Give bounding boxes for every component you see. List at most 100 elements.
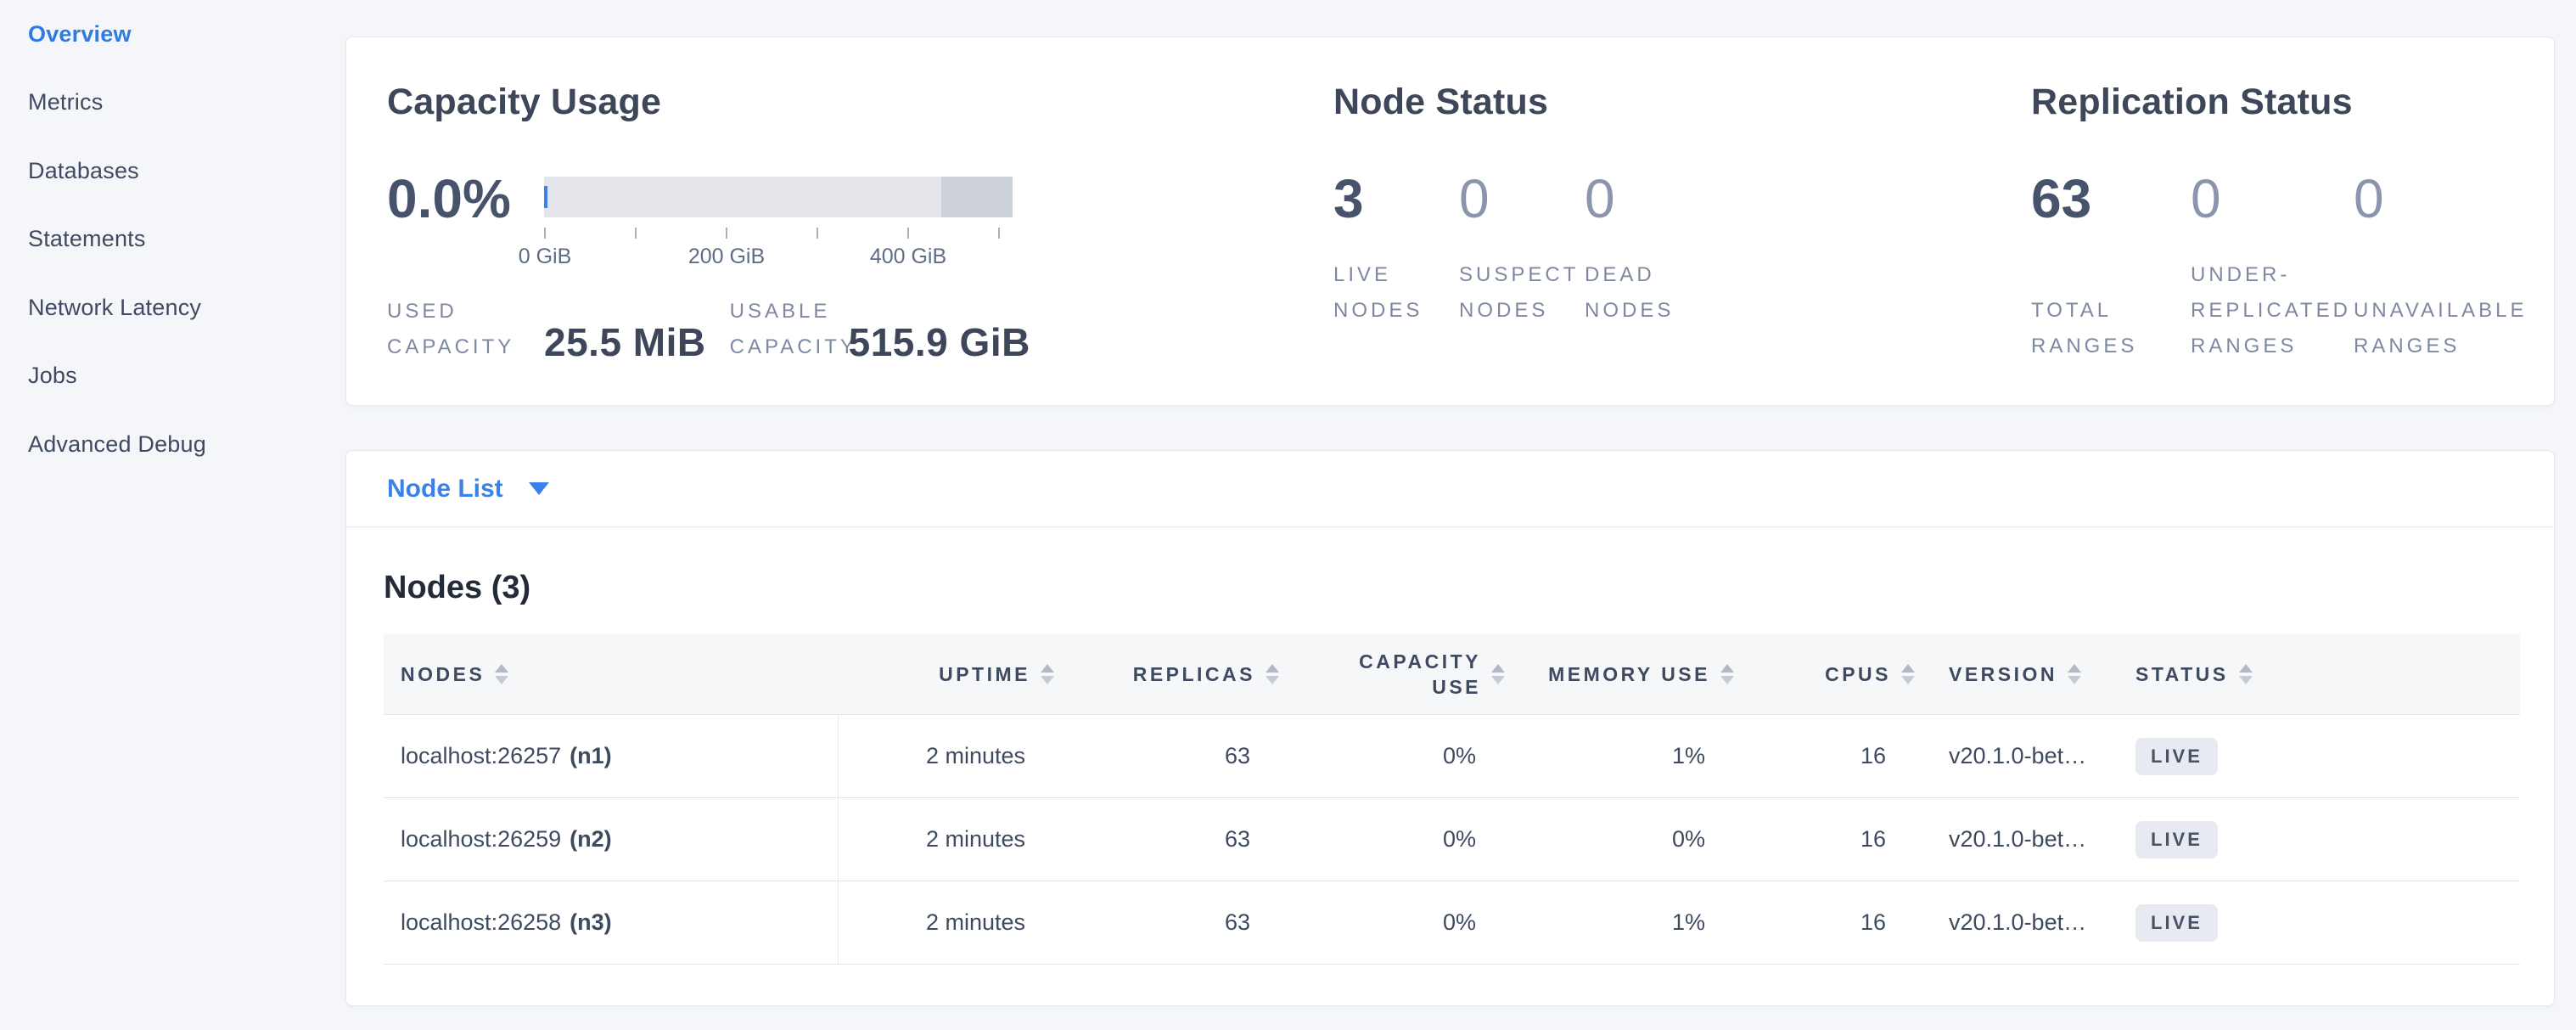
- used-capacity-value: 25.5 MiB: [544, 319, 706, 365]
- sort-icon[interactable]: [1901, 664, 1915, 684]
- replication-status-title: Replication Status: [2031, 82, 2551, 123]
- nodes-heading: Nodes (3): [384, 570, 2554, 606]
- node-status-labels: LIVE NODES SUSPECT NODES DEAD NODES: [1333, 257, 1928, 329]
- dead-nodes-count: 0: [1585, 168, 1615, 229]
- table-row-n3[interactable]: localhost:26258 (n3) 2 minutes 63 0% 1% …: [384, 881, 2520, 965]
- memory-use-cell: 0%: [1505, 798, 1734, 881]
- capacity-usage-title: Capacity Usage: [387, 82, 1329, 123]
- column-header-uptime-label: UPTIME: [939, 661, 1030, 687]
- capacity-use-cell: 0%: [1279, 798, 1505, 881]
- replication-numbers: 63 0 0: [2031, 171, 2551, 228]
- capacity-axis-labels: 0 GiB 200 GiB 400 GiB: [544, 245, 1013, 270]
- node-address: localhost:26259: [401, 826, 561, 853]
- sort-icon[interactable]: [1266, 664, 1279, 684]
- sidebar-item-jobs[interactable]: Jobs: [0, 342, 344, 411]
- capacity-percent-value: 0.0%: [387, 168, 511, 229]
- node-address-cell: localhost:26257 (n1): [384, 715, 839, 797]
- table-row-n1[interactable]: localhost:26257 (n1) 2 minutes 63 0% 1% …: [384, 715, 2520, 798]
- sidebar-item-metrics[interactable]: Metrics: [0, 69, 344, 138]
- under-replicated-ranges-count: 0: [2191, 168, 2221, 229]
- live-nodes-count: 3: [1333, 168, 1364, 229]
- sort-icon[interactable]: [1491, 664, 1505, 684]
- node-address-cell: localhost:26259 (n2): [384, 798, 839, 881]
- capacity-usage-panel: Capacity Usage 0.0%: [387, 82, 1329, 365]
- replicas-cell: 63: [1054, 881, 1279, 964]
- under-replicated-ranges-label: UNDER-REPLICATED RANGES: [2191, 257, 2354, 364]
- capacity-use-cell: 0%: [1279, 715, 1505, 797]
- sidebar-item-overview[interactable]: Overview: [0, 0, 344, 69]
- usable-capacity-label: USABLE CAPACITY: [730, 294, 849, 365]
- capacity-bar-chart: 0 GiB 200 GiB 400 GiB: [544, 177, 1053, 270]
- sidebar-item-statements[interactable]: Statements: [0, 205, 344, 274]
- node-list-card: Node List Nodes (3) NODES UPTIME REPLICA…: [345, 450, 2555, 1006]
- column-header-cpus-label: CPUS: [1825, 661, 1891, 687]
- unavailable-ranges-count: 0: [2354, 168, 2384, 229]
- column-header-nodes-label: NODES: [401, 661, 485, 687]
- sidebar-nav: Overview Metrics Databases Statements Ne…: [0, 0, 344, 479]
- sort-icon[interactable]: [1720, 664, 1734, 684]
- column-header-status[interactable]: STATUS: [2132, 661, 2520, 687]
- sort-icon[interactable]: [2068, 664, 2081, 684]
- status-cell: LIVE: [2132, 715, 2520, 797]
- node-status-panel: Node Status 3 0 0 LIVE NODES SUSPECT NOD…: [1333, 82, 1928, 329]
- live-nodes-label: LIVE NODES: [1333, 257, 1459, 329]
- capacity-chart-row: 0.0% 0 GiB: [387, 171, 1329, 270]
- status-cell: LIVE: [2132, 798, 2520, 881]
- axis-label-400gib: 400 GiB: [870, 245, 946, 269]
- column-header-replicas-label: REPLICAS: [1133, 661, 1255, 687]
- sort-icon[interactable]: [1041, 664, 1054, 684]
- version-cell: v20.1.0-bet…: [1915, 715, 2132, 797]
- sort-icon[interactable]: [495, 664, 508, 684]
- node-id: (n2): [570, 826, 612, 853]
- sidebar-item-databases[interactable]: Databases: [0, 137, 344, 205]
- nodes-table-header: NODES UPTIME REPLICAS CAPACITY USE MEMOR…: [384, 633, 2520, 715]
- suspect-nodes-count: 0: [1459, 168, 1490, 229]
- sidebar: Overview Metrics Databases Statements Ne…: [0, 0, 344, 1030]
- caret-down-icon: [529, 482, 549, 495]
- unavailable-ranges-label: UNAVAILABLE RANGES: [2354, 293, 2540, 364]
- node-address: localhost:26258: [401, 909, 561, 936]
- capacity-stats-row: USED CAPACITY 25.5 MiB USABLE CAPACITY 5…: [387, 294, 1329, 365]
- table-row-n2[interactable]: localhost:26259 (n2) 2 minutes 63 0% 0% …: [384, 798, 2520, 881]
- used-capacity-label: USED CAPACITY: [387, 294, 544, 365]
- column-header-capacity-use[interactable]: CAPACITY USE: [1279, 649, 1505, 700]
- nodes-table: NODES UPTIME REPLICAS CAPACITY USE MEMOR…: [384, 633, 2520, 965]
- dead-nodes-label: DEAD NODES: [1585, 257, 1710, 329]
- cpus-cell: 16: [1734, 798, 1915, 881]
- suspect-nodes-label: SUSPECT NODES: [1459, 257, 1585, 329]
- column-header-uptime[interactable]: UPTIME: [839, 661, 1054, 687]
- status-badge: LIVE: [2135, 904, 2218, 942]
- version-cell: v20.1.0-bet…: [1915, 881, 2132, 964]
- column-header-capacity-use-label: CAPACITY USE: [1341, 649, 1481, 700]
- axis-label-0gib: 0 GiB: [519, 245, 572, 269]
- replicas-cell: 63: [1054, 798, 1279, 881]
- node-address: localhost:26257: [401, 743, 561, 769]
- node-list-dropdown-label: Node List: [387, 475, 503, 504]
- usable-capacity-value: 515.9 GiB: [849, 319, 1030, 365]
- sidebar-item-advanced-debug[interactable]: Advanced Debug: [0, 410, 344, 479]
- replication-labels: TOTAL RANGES UNDER-REPLICATED RANGES UNA…: [2031, 257, 2551, 364]
- uptime-cell: 2 minutes: [839, 798, 1054, 881]
- node-id: (n3): [570, 909, 612, 936]
- sort-icon[interactable]: [2239, 664, 2253, 684]
- capacity-axis-ticks: [544, 228, 1013, 239]
- node-list-dropdown[interactable]: Node List: [387, 475, 549, 504]
- node-id: (n1): [570, 743, 612, 769]
- column-header-memory-use[interactable]: MEMORY USE: [1505, 661, 1734, 687]
- column-header-cpus[interactable]: CPUS: [1734, 661, 1915, 687]
- column-header-replicas[interactable]: REPLICAS: [1054, 661, 1279, 687]
- sidebar-item-network-latency[interactable]: Network Latency: [0, 273, 344, 342]
- column-header-memory-use-label: MEMORY USE: [1548, 661, 1710, 687]
- column-header-version[interactable]: VERSION: [1915, 661, 2132, 687]
- view-selector-row: Node List: [346, 451, 2554, 527]
- uptime-cell: 2 minutes: [839, 881, 1054, 964]
- node-status-numbers: 3 0 0: [1333, 171, 1928, 228]
- replicas-cell: 63: [1054, 715, 1279, 797]
- node-address-cell: localhost:26258 (n3): [384, 881, 839, 964]
- column-header-nodes[interactable]: NODES: [384, 661, 839, 687]
- capacity-bar-reserved-segment: [941, 177, 1013, 217]
- cpus-cell: 16: [1734, 881, 1915, 964]
- capacity-use-cell: 0%: [1279, 881, 1505, 964]
- version-cell: v20.1.0-bet…: [1915, 798, 2132, 881]
- capacity-bar-track: [544, 177, 1013, 217]
